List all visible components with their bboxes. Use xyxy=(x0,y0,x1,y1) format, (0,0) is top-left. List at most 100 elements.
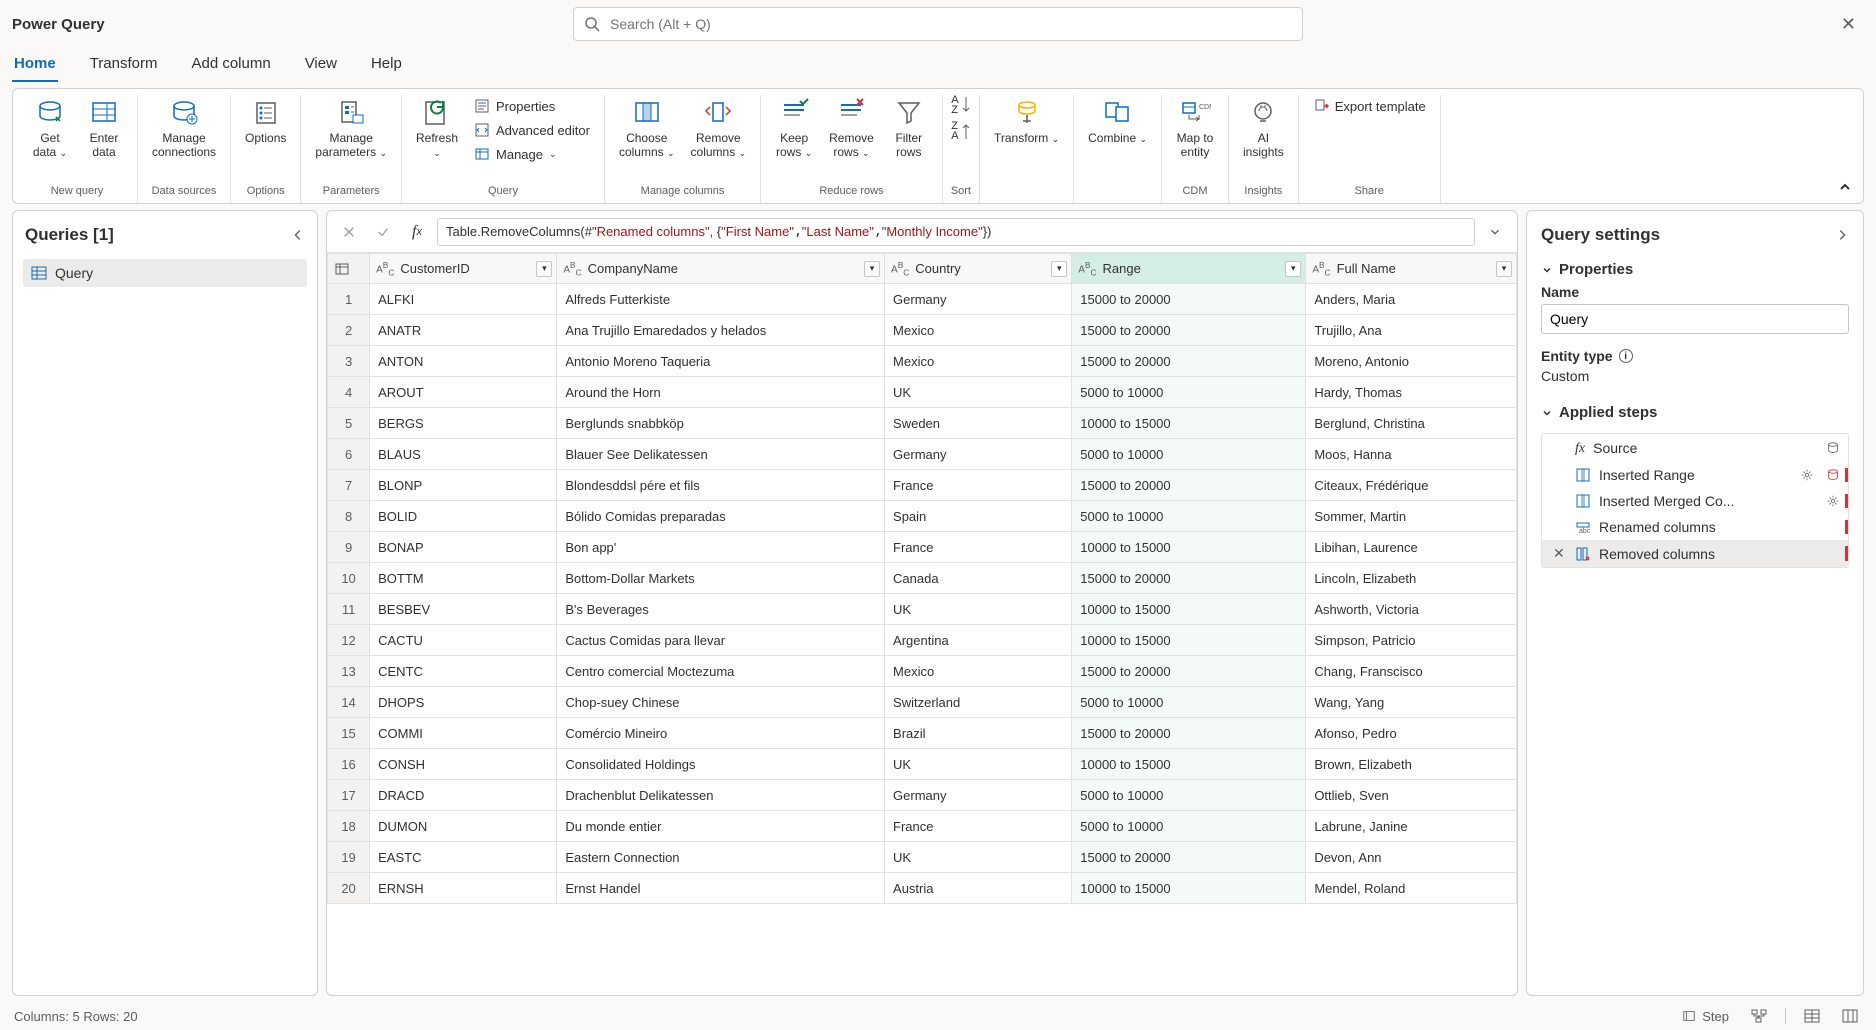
cell[interactable]: BONAP xyxy=(370,532,557,563)
cell[interactable]: COMMI xyxy=(370,718,557,749)
applied-step[interactable]: fxSource xyxy=(1542,434,1848,462)
cell[interactable]: 15000 to 20000 xyxy=(1072,718,1306,749)
row-number[interactable]: 10 xyxy=(328,563,370,594)
formula-input[interactable]: Table.RemoveColumns(#"Renamed columns", … xyxy=(437,218,1475,246)
map-to-entity-button[interactable]: CDMMap toentity xyxy=(1170,95,1220,161)
remove-rows-button[interactable]: Removerows ⌄ xyxy=(823,95,880,162)
cell[interactable]: Bólido Comidas preparadas xyxy=(557,501,885,532)
close-icon[interactable]: ✕ xyxy=(1841,14,1856,35)
cell[interactable]: Mendel, Roland xyxy=(1306,873,1517,904)
cell[interactable]: France xyxy=(885,470,1072,501)
data-grid[interactable]: ABCCustomerID▾ABCCompanyName▾ABCCountry▾… xyxy=(327,253,1517,995)
column-filter-icon[interactable]: ▾ xyxy=(864,261,880,277)
row-number[interactable]: 12 xyxy=(328,625,370,656)
cell[interactable]: Moreno, Antonio xyxy=(1306,346,1517,377)
cell[interactable]: 15000 to 20000 xyxy=(1072,842,1306,873)
cell[interactable]: BESBEV xyxy=(370,594,557,625)
column-header-customerid[interactable]: ABCCustomerID▾ xyxy=(370,254,557,284)
ai-insights-button[interactable]: AIinsights xyxy=(1237,95,1290,161)
cell[interactable]: Comércio Mineiro xyxy=(557,718,885,749)
split-view-icon[interactable] xyxy=(1838,1007,1862,1025)
row-number[interactable]: 13 xyxy=(328,656,370,687)
collapse-queries-icon[interactable] xyxy=(291,228,305,242)
row-number[interactable]: 20 xyxy=(328,873,370,904)
row-number[interactable]: 6 xyxy=(328,439,370,470)
cell[interactable]: Germany xyxy=(885,284,1072,315)
row-number[interactable]: 4 xyxy=(328,377,370,408)
get-data-button[interactable]: Getdata ⌄ xyxy=(25,95,75,162)
cell[interactable]: B's Beverages xyxy=(557,594,885,625)
cell[interactable]: CACTU xyxy=(370,625,557,656)
export-template-button[interactable]: Export template xyxy=(1307,95,1432,117)
options-button[interactable]: Options xyxy=(239,95,292,147)
cell[interactable]: 5000 to 10000 xyxy=(1072,501,1306,532)
cell[interactable]: Trujillo, Ana xyxy=(1306,315,1517,346)
properties-section[interactable]: Properties xyxy=(1541,255,1849,284)
table-row[interactable]: 1ALFKIAlfreds FutterkisteGermany15000 to… xyxy=(328,284,1517,315)
row-number[interactable]: 11 xyxy=(328,594,370,625)
cell[interactable]: 15000 to 20000 xyxy=(1072,284,1306,315)
cell[interactable]: Antonio Moreno Taqueria xyxy=(557,346,885,377)
cell[interactable]: Wang, Yang xyxy=(1306,687,1517,718)
cell[interactable]: Libihan, Laurence xyxy=(1306,532,1517,563)
manage-parameters-button[interactable]: Manageparameters ⌄ xyxy=(309,95,393,162)
tab-add-column[interactable]: Add column xyxy=(189,47,272,82)
table-row[interactable]: 12CACTUCactus Comidas para llevarArgenti… xyxy=(328,625,1517,656)
column-filter-icon[interactable]: ▾ xyxy=(1051,261,1067,277)
cell[interactable]: DUMON xyxy=(370,811,557,842)
table-row[interactable]: 16CONSHConsolidated HoldingsUK10000 to 1… xyxy=(328,749,1517,780)
cell[interactable]: Austria xyxy=(885,873,1072,904)
commit-formula-icon[interactable] xyxy=(369,218,397,246)
sort-asc-button[interactable]: AZ xyxy=(951,95,970,115)
cell[interactable]: Chop-suey Chinese xyxy=(557,687,885,718)
table-row[interactable]: 10BOTTMBottom-Dollar MarketsCanada15000 … xyxy=(328,563,1517,594)
combine-button[interactable]: Combine ⌄ xyxy=(1082,95,1153,148)
cell[interactable]: ERNSH xyxy=(370,873,557,904)
cell[interactable]: 10000 to 15000 xyxy=(1072,625,1306,656)
table-row[interactable]: 6BLAUSBlauer See DelikatessenGermany5000… xyxy=(328,439,1517,470)
cell[interactable]: 10000 to 15000 xyxy=(1072,749,1306,780)
cell[interactable]: Citeaux, Frédérique xyxy=(1306,470,1517,501)
cell[interactable]: DHOPS xyxy=(370,687,557,718)
table-row[interactable]: 8BOLIDBólido Comidas preparadasSpain5000… xyxy=(328,501,1517,532)
query-item[interactable]: Query xyxy=(23,259,307,287)
cell[interactable]: France xyxy=(885,532,1072,563)
cell[interactable]: BLAUS xyxy=(370,439,557,470)
query-name-input[interactable] xyxy=(1541,304,1849,334)
cell[interactable]: Consolidated Holdings xyxy=(557,749,885,780)
cell[interactable]: Labrune, Janine xyxy=(1306,811,1517,842)
cell[interactable]: Ottlieb, Sven xyxy=(1306,780,1517,811)
diagram-view-icon[interactable] xyxy=(1747,1007,1771,1025)
column-header-full-name[interactable]: ABCFull Name▾ xyxy=(1306,254,1517,284)
table-row[interactable]: 18DUMONDu monde entierFrance5000 to 1000… xyxy=(328,811,1517,842)
cell[interactable]: Germany xyxy=(885,439,1072,470)
row-number[interactable]: 14 xyxy=(328,687,370,718)
cell[interactable]: CENTC xyxy=(370,656,557,687)
row-number[interactable]: 5 xyxy=(328,408,370,439)
gear-icon[interactable] xyxy=(1800,468,1814,482)
cell[interactable]: Devon, Ann xyxy=(1306,842,1517,873)
fx-icon[interactable]: fx xyxy=(403,218,431,246)
cell[interactable]: Mexico xyxy=(885,315,1072,346)
row-number[interactable]: 9 xyxy=(328,532,370,563)
row-number[interactable]: 15 xyxy=(328,718,370,749)
table-view-icon[interactable] xyxy=(1800,1007,1824,1025)
cell[interactable]: Eastern Connection xyxy=(557,842,885,873)
cell[interactable]: Germany xyxy=(885,780,1072,811)
cell[interactable]: Bottom-Dollar Markets xyxy=(557,563,885,594)
table-row[interactable]: 14DHOPSChop-suey ChineseSwitzerland5000 … xyxy=(328,687,1517,718)
cell[interactable]: Cactus Comidas para llevar xyxy=(557,625,885,656)
properties-button[interactable]: Properties xyxy=(468,95,596,117)
cell[interactable]: Ernst Handel xyxy=(557,873,885,904)
applied-step[interactable]: ✕Removed columns xyxy=(1542,540,1848,567)
cell[interactable]: Simpson, Patricio xyxy=(1306,625,1517,656)
step-button[interactable]: Step xyxy=(1678,1007,1733,1026)
table-row[interactable]: 15COMMIComércio MineiroBrazil15000 to 20… xyxy=(328,718,1517,749)
cell[interactable]: 5000 to 10000 xyxy=(1072,377,1306,408)
cell[interactable]: Moos, Hanna xyxy=(1306,439,1517,470)
table-row[interactable]: 9BONAPBon app'France10000 to 15000Libiha… xyxy=(328,532,1517,563)
sort-desc-button[interactable]: ZA xyxy=(951,121,970,141)
cell[interactable]: 10000 to 15000 xyxy=(1072,408,1306,439)
cell[interactable]: Centro comercial Moctezuma xyxy=(557,656,885,687)
row-number[interactable]: 19 xyxy=(328,842,370,873)
